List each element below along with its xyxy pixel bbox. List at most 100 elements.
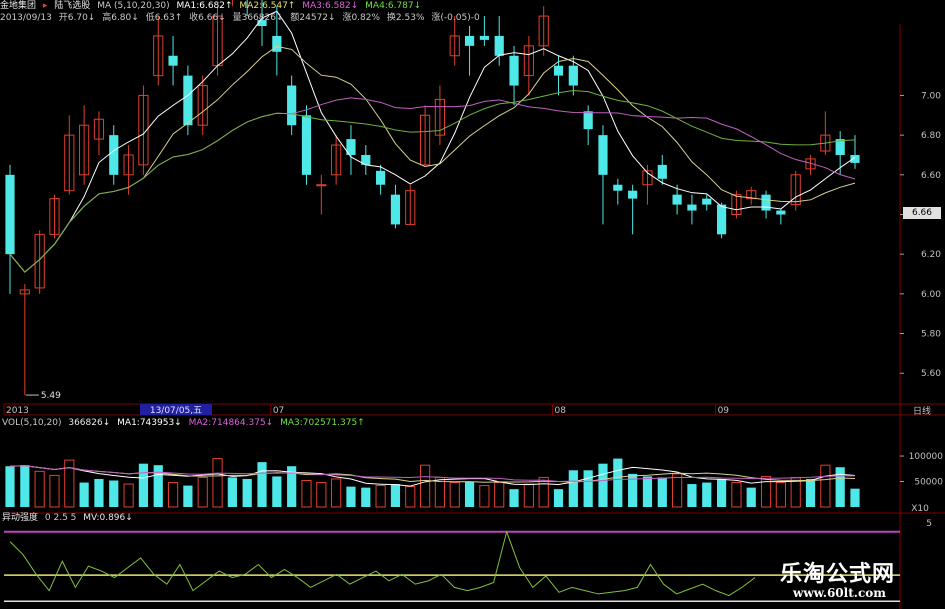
volume-bar-down: [109, 480, 119, 507]
volume-bar-down: [805, 478, 816, 507]
candle-body-down: [390, 194, 401, 225]
volume-bar-up: [731, 482, 742, 508]
volume-bar-down: [835, 467, 845, 507]
volume-bar-up: [672, 473, 683, 508]
volume-tick-label: 50000: [914, 478, 943, 488]
volume-bar-down: [509, 489, 519, 507]
candle-body-down: [657, 164, 667, 179]
volume-header: VOL(5,10,20) 366826↓ MA1:743953↓ MA2:714…: [2, 417, 369, 429]
price-tick-label: 6.60: [921, 171, 941, 181]
volume-bar-down: [613, 458, 623, 507]
volume-bar-up: [775, 482, 786, 508]
stock-chart[interactable]: 7.006.806.606.406.206.005.805.605.492013…: [0, 0, 945, 609]
volume-bar-up: [523, 483, 534, 508]
current-price-tag: 6.66: [903, 207, 941, 219]
volume-bar-down: [79, 482, 89, 507]
ma4-line: [9, 89, 856, 273]
ma-label: MA (5,10,20,30): [97, 1, 170, 11]
turnover-value: 换2.53%: [386, 13, 425, 23]
volume-bar-down: [138, 463, 149, 507]
volume-bar-down: [464, 481, 475, 507]
volume-bar-down: [346, 486, 356, 507]
indicator-name: 陆飞选股: [54, 1, 91, 11]
volume-unit-label: X10: [911, 504, 929, 514]
oscillator-header: 异动强度 0 2.5 5 MV:0.896↓: [2, 512, 137, 524]
header-row-1: 金地集团 ▸ 陆飞选股 MA (5,10,20,30) MA1:6.682↑ M…: [0, 0, 425, 12]
volume-bar-up: [375, 485, 386, 508]
volume-bar-up: [167, 482, 179, 508]
candle-body-down: [628, 190, 638, 199]
candle-body-down: [776, 210, 786, 215]
volume-bar-up: [123, 483, 134, 508]
volume-bar-up: [479, 485, 490, 508]
volume-bar-up: [316, 482, 327, 508]
vol-ma3: MA3:702571.375↑: [280, 418, 365, 428]
period-label: 日线: [913, 405, 931, 417]
vol-label: VOL(5,10,20): [2, 418, 62, 428]
volume-value: 量366826↓: [232, 13, 284, 23]
time-axis-label: 07: [273, 406, 284, 416]
volume-bar-up: [34, 470, 45, 508]
candle-body-up: [316, 184, 327, 187]
volume-bar-up: [197, 476, 208, 508]
candle-body-down: [850, 154, 860, 163]
change-pct-value: 涨0.82%: [342, 13, 381, 23]
vol-ma1-line: [9, 465, 856, 487]
volume-bar-up: [301, 479, 312, 508]
volume-bar-up: [419, 464, 431, 508]
volume-bar-up: [449, 482, 460, 508]
volume-bar-down: [657, 477, 667, 507]
cursor-date-label: 13/07/05,五: [150, 406, 202, 416]
vol-ma1: MA1:743953↓: [117, 418, 182, 428]
vol-ma3-line: [9, 465, 856, 482]
low-value: 低6.63↑: [145, 13, 183, 23]
volume-bar-down: [642, 476, 653, 507]
osc-tick-label: 5: [926, 519, 932, 529]
ma1-line: [9, 10, 856, 273]
vol-ma2: MA2:714864.375↓: [188, 418, 274, 428]
volume-bar-down: [583, 470, 593, 507]
candle-body-down: [464, 35, 475, 46]
header-row-2: 2013/09/13 开6.70↓ 高6.80↓ 低6.63↑ 收6.66↓ 量…: [0, 12, 484, 24]
volume-bar-down: [390, 484, 401, 507]
close-value: 收6.66↓: [189, 13, 226, 23]
vol-value: 366826↓: [68, 418, 111, 428]
candle-body-down: [568, 65, 578, 86]
ma4-value: MA4:6.787↓: [365, 1, 422, 11]
volume-bar-down: [687, 484, 697, 507]
price-tick-label: 6.80: [921, 131, 941, 141]
volume-bar-down: [257, 462, 267, 507]
time-axis-label: 09: [718, 406, 730, 416]
ma2-line: [9, 45, 856, 273]
ma3-value: MA3:6.582↓: [302, 1, 359, 11]
candle-body-down: [287, 85, 297, 126]
candle-body-down: [553, 65, 564, 76]
volume-bar-down: [553, 489, 564, 507]
volume-bar-up: [760, 475, 772, 508]
volume-bar-down: [20, 465, 30, 507]
price-tick-label: 6.00: [921, 290, 941, 300]
stock-name: 金地集团: [0, 1, 37, 11]
candle-body-down: [168, 55, 178, 66]
osc-label: 异动强度: [2, 513, 39, 523]
candle-body-down: [761, 194, 771, 211]
volume-bar-up: [820, 464, 831, 508]
low-marker-label: 5.49: [41, 391, 61, 401]
candle-body-down: [109, 135, 119, 175]
volume-bar-down: [242, 478, 252, 507]
volume-bar-down: [850, 488, 860, 507]
volume-bar-down: [361, 487, 371, 507]
watermark-title: 乐淘公式网: [780, 561, 896, 587]
date-value: 2013/09/13: [0, 13, 52, 23]
volume-bar-up: [49, 474, 60, 508]
volume-bar-down: [183, 485, 193, 507]
volume-bar-down: [227, 477, 237, 507]
time-axis-label: 08: [555, 406, 567, 416]
ma2-value: MA2:6.547↑: [239, 1, 296, 11]
volume-bar-down: [746, 487, 756, 507]
candle-body-down: [716, 204, 727, 235]
play-icon[interactable]: ▸: [43, 1, 48, 11]
time-axis-label: 2013: [6, 406, 29, 416]
price-tick-label: 5.60: [921, 369, 941, 379]
candle-body-down: [494, 35, 504, 56]
